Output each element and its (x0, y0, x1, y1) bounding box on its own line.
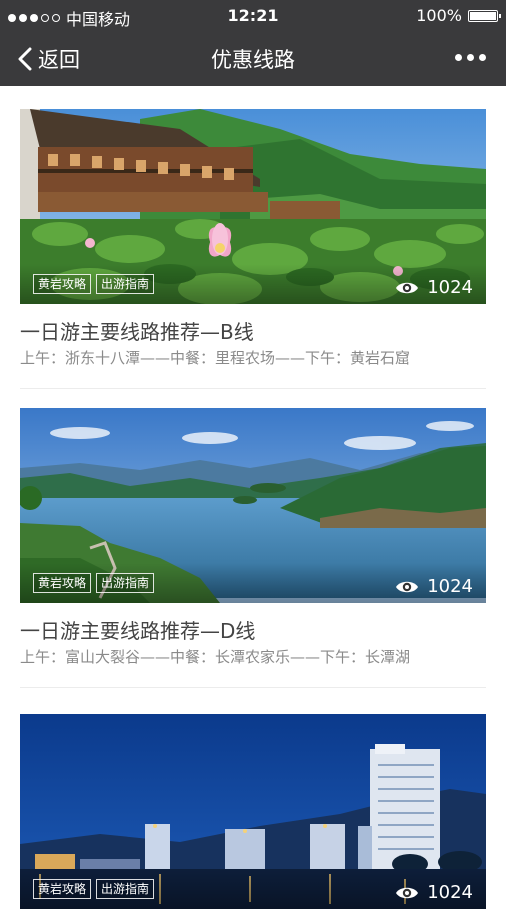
route-photo[interactable]: 黄岩攻略 出游指南 1024 (20, 714, 486, 909)
view-count-value: 1024 (427, 277, 473, 298)
view-count-value: 1024 (427, 576, 473, 597)
tag-travel[interactable]: 出游指南 (96, 879, 155, 899)
tag-list: 黄岩攻略 出游指南 (33, 274, 155, 294)
tag-list: 黄岩攻略 出游指南 (33, 879, 155, 899)
more-dot-icon (479, 54, 486, 61)
tag-guide[interactable]: 黄岩攻略 (33, 573, 92, 593)
route-description: 上午：浙东十八潭——中餐：里程农场——下午：黄岩石窟 (20, 349, 411, 367)
nav-bar: 返回 优惠线路 (0, 32, 506, 86)
tag-list: 黄岩攻略 出游指南 (33, 573, 155, 593)
eye-icon (396, 581, 419, 592)
more-dot-icon (455, 54, 462, 61)
tag-guide[interactable]: 黄岩攻略 (33, 879, 92, 899)
page-title: 优惠线路 (211, 48, 295, 72)
divider (20, 687, 486, 688)
battery-icon (468, 9, 501, 22)
route-card[interactable]: 黄岩攻略 出游指南 1024 一日游主要线路推荐—B线 上午：浙东十八潭——中餐… (20, 109, 486, 389)
route-card[interactable]: 黄岩攻略 出游指南 1024 (20, 714, 486, 909)
route-title[interactable]: 一日游主要线路推荐—D线 (20, 615, 255, 644)
tag-travel[interactable]: 出游指南 (96, 573, 155, 593)
tag-guide[interactable]: 黄岩攻略 (33, 274, 92, 294)
route-card[interactable]: 黄岩攻略 出游指南 1024 一日游主要线路推荐—D线 上午：富山大裂谷——中餐… (20, 408, 486, 688)
route-photo[interactable]: 黄岩攻略 出游指南 1024 (20, 109, 486, 304)
eye-icon (396, 887, 419, 898)
battery-area: 100% (416, 6, 501, 25)
battery-percent: 100% (416, 6, 462, 25)
status-bar: 中国移动 12:21 100% (0, 0, 506, 32)
tag-travel[interactable]: 出游指南 (96, 274, 155, 294)
more-button[interactable] (455, 48, 486, 67)
route-description: 上午：富山大裂谷——中餐：长潭农家乐——下午：长潭湖 (20, 648, 411, 666)
view-count: 1024 (395, 277, 473, 298)
view-count: 1024 (395, 576, 473, 597)
route-title[interactable]: 一日游主要线路推荐—B线 (20, 316, 254, 345)
route-photo[interactable]: 黄岩攻略 出游指南 1024 (20, 408, 486, 603)
divider (20, 388, 486, 389)
eye-icon (396, 282, 419, 293)
more-dot-icon (467, 54, 474, 61)
